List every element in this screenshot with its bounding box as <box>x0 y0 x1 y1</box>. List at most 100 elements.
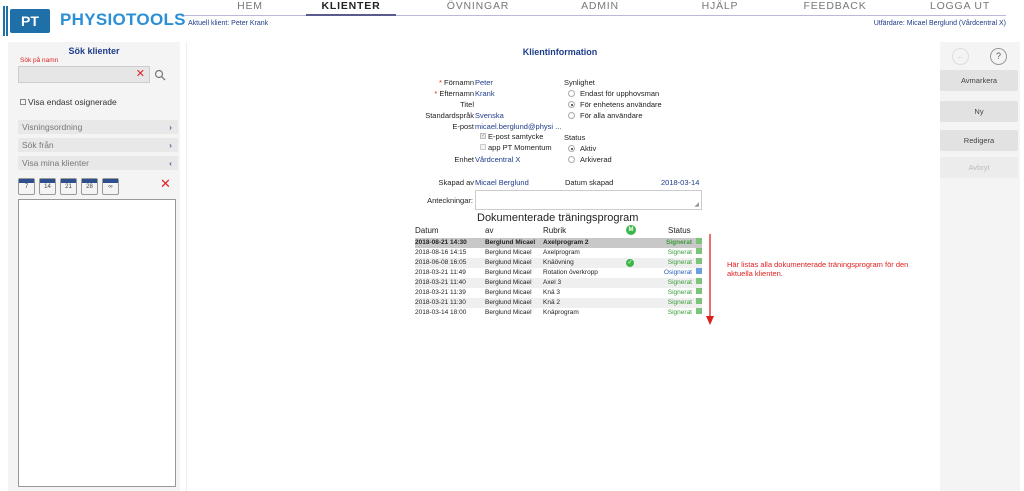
row-by: Berglund Micael <box>485 289 532 296</box>
table-row[interactable]: 2018-03-21 11:49 Berglund Micael Rotation … <box>415 268 702 278</box>
unsigned-only-checkbox[interactable] <box>20 99 26 105</box>
language-label: Standardspråk <box>425 111 474 120</box>
unit-value: Vårdcentral X <box>475 155 521 164</box>
unsigned-icon <box>696 268 702 274</box>
visibility-option-radio[interactable] <box>568 112 575 119</box>
section-search-from[interactable]: Sök från › <box>18 138 178 152</box>
row-date: 2018-03-21 11:49 <box>415 269 466 276</box>
calendar-28-days[interactable]: 28 <box>81 178 98 195</box>
calendar-21-days[interactable]: 21 <box>60 178 77 195</box>
nav-active-indicator <box>306 14 396 16</box>
nav-logout[interactable]: LOGGA UT <box>915 0 1005 14</box>
section-sort-order[interactable]: Visningsordning › <box>18 120 178 134</box>
logo[interactable]: PT PHYSIOTOOLS <box>0 0 200 42</box>
action-panel: ← ? Avmarkera Ny Redigera Avbryt <box>940 42 1020 491</box>
row-date: 2018-03-21 11:40 <box>415 279 466 286</box>
close-icon[interactable]: ✕ <box>160 176 171 192</box>
nav-home[interactable]: HEM <box>210 0 290 14</box>
signed-icon <box>696 308 702 314</box>
lastname-label-text: Efternamn <box>439 89 474 98</box>
row-heading: Axelprogram 2 <box>543 239 589 246</box>
status-option-radio[interactable] <box>568 156 575 163</box>
momentum-check-icon: ✓ <box>626 259 634 267</box>
table-row[interactable]: 2018-08-16 14:15 Berglund Micael Axelprogr… <box>415 248 702 258</box>
client-list[interactable] <box>18 199 176 487</box>
clear-icon[interactable]: ✕ <box>136 67 145 82</box>
status-option-radio[interactable] <box>568 145 575 152</box>
search-input[interactable]: ✕ <box>18 66 150 83</box>
row-heading: Knäprogram <box>543 309 579 316</box>
row-by: Berglund Micael <box>485 309 532 316</box>
search-icon[interactable] <box>154 68 166 86</box>
cancel-button[interactable]: Avbryt <box>940 157 1018 178</box>
nav-clients[interactable]: KLIENTER <box>306 0 396 14</box>
firstname-label: * Förnamn <box>438 78 474 87</box>
signed-icon <box>696 288 702 294</box>
row-status: Signerat <box>667 249 692 256</box>
col-status[interactable]: Status <box>668 226 691 235</box>
annotation-arrow <box>706 234 714 325</box>
row-date: 2018-06-08 16:05 <box>415 259 467 266</box>
table-row[interactable]: 2018-03-21 11:40 Berglund Micael Axel 3 Sig… <box>415 278 702 288</box>
status-option-label: Aktiv <box>580 144 597 153</box>
col-date[interactable]: Datum <box>415 226 439 235</box>
calendar-all-days[interactable]: ∞ <box>102 178 119 195</box>
nav-exercises[interactable]: ÖVNINGAR <box>428 0 528 14</box>
calendar-7-days[interactable]: 7 <box>18 178 35 195</box>
help-icon[interactable]: ? <box>990 48 1007 65</box>
row-heading: Axelprogram <box>543 249 580 256</box>
row-date: 2018-03-21 11:30 <box>415 299 466 306</box>
sidebar-title: Sök klienter <box>68 46 120 56</box>
row-status: Signerat <box>667 299 692 306</box>
deselect-button[interactable]: Avmarkera <box>940 70 1018 91</box>
resize-handle-icon[interactable]: ◢ <box>694 201 699 208</box>
row-heading: Knä 3 <box>543 289 560 296</box>
table-row[interactable]: 2018-06-08 16:05 Berglund Micael Knäövning… <box>415 258 702 268</box>
lastname-value: Krank <box>475 89 495 98</box>
row-by: Berglund Micael <box>485 259 532 266</box>
unsigned-only-option[interactable]: Visa endast osignerade <box>20 97 117 107</box>
calendar-7-label: 7 <box>24 184 29 190</box>
status-option-label: Arkiverad <box>580 155 612 164</box>
row-by: Berglund Micael <box>485 299 532 306</box>
visibility-option-radio[interactable] <box>568 101 575 108</box>
signed-icon <box>696 238 702 244</box>
logo-badge: PT <box>10 9 50 33</box>
logo-decoration <box>6 6 8 36</box>
visibility-option-radio[interactable] <box>568 90 575 97</box>
current-client: Aktuell klient: Peter Krank <box>188 20 269 27</box>
calendar-14-days[interactable]: 14 <box>39 178 56 195</box>
logo-name: PHYSIOTOOLS <box>60 10 186 29</box>
nav-feedback[interactable]: FEEDBACK <box>790 0 880 14</box>
nav-admin[interactable]: ADMIN <box>560 0 640 14</box>
row-by: Berglund Micael <box>485 279 532 286</box>
calendar-21-label: 21 <box>65 184 72 190</box>
visibility-label: Synlighet <box>564 78 595 87</box>
lastname-label: * Efternamn <box>434 89 474 98</box>
col-heading[interactable]: Rubrik <box>543 226 566 235</box>
table-row[interactable]: 2018-03-21 11:30 Berglund Micael Knä 2 Sign… <box>415 298 702 308</box>
issuer: Utfärdare: Micael Berglund (Vårdcentral … <box>873 20 1006 27</box>
row-date: 2018-03-21 11:39 <box>415 289 466 296</box>
table-row[interactable]: 2018-03-14 18:00 Berglund Micael Knäprogra… <box>415 308 702 318</box>
nav-help[interactable]: HJÄLP <box>680 0 760 14</box>
row-by: Berglund Micael <box>485 269 532 276</box>
signed-icon <box>696 248 702 254</box>
app-momentum-checkbox[interactable] <box>480 144 486 150</box>
logo-decoration <box>3 6 5 36</box>
email-value: micael.berglund@physi ... <box>475 122 562 131</box>
row-heading: Axel 3 <box>543 279 562 286</box>
app-momentum-label: app PT Momentum <box>488 143 552 152</box>
row-date: 2018-08-21 14:30 <box>415 239 467 246</box>
table-row[interactable]: 2018-08-21 14:30 Berglund Micael Axelprogr… <box>415 238 702 248</box>
col-by[interactable]: av <box>485 226 493 235</box>
email-consent-label: E-post samtycke <box>488 132 544 141</box>
back-icon[interactable]: ← <box>952 48 969 65</box>
table-row[interactable]: 2018-03-21 11:39 Berglund Micael Knä 3 Sign… <box>415 288 702 298</box>
notes-textarea[interactable]: ◢ <box>475 190 702 210</box>
edit-button[interactable]: Redigera <box>940 130 1018 151</box>
new-button[interactable]: Ny <box>940 101 1018 122</box>
section-my-clients[interactable]: Visa mina klienter ‹ <box>18 156 178 170</box>
programs-header: Datum av Rubrik M Status <box>415 225 702 238</box>
email-consent-checkbox[interactable]: ✓ <box>480 133 486 139</box>
